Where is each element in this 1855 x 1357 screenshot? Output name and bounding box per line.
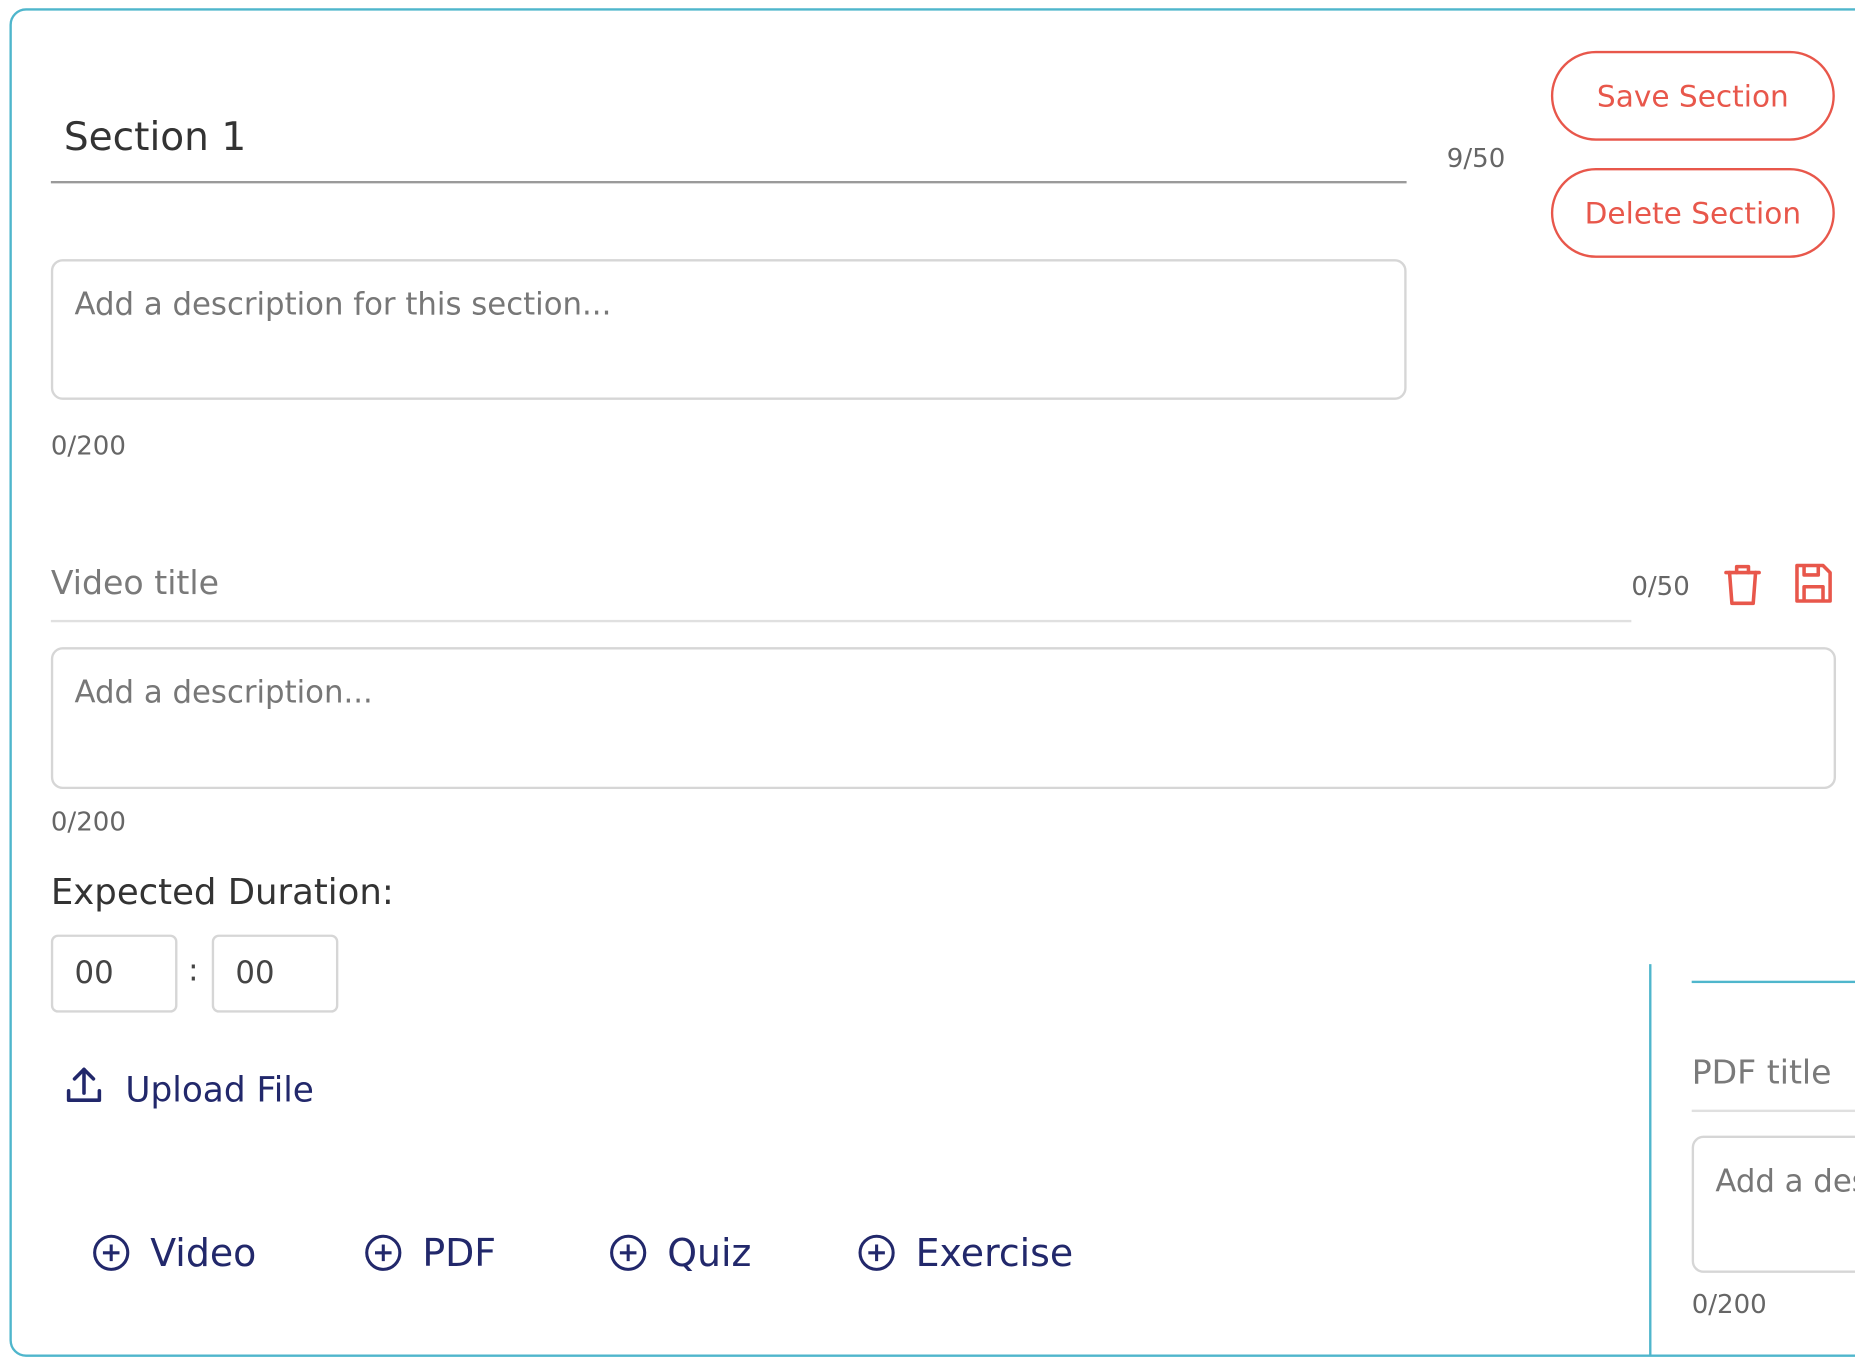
video-description-char-count: 0/200 <box>50 807 126 838</box>
add-pdf-button[interactable]: PDF <box>363 1230 496 1275</box>
video-title-underline <box>50 619 1632 623</box>
upload-file-label: Upload File <box>125 1068 314 1110</box>
add-video-button[interactable]: Video <box>91 1230 256 1275</box>
add-exercise-button[interactable]: Exercise <box>856 1230 1073 1275</box>
add-pdf-label: PDF <box>422 1230 497 1276</box>
video-title-char-count: 0/50 <box>1631 572 1690 603</box>
save-icon[interactable] <box>1792 561 1835 606</box>
save-section-button[interactable]: Save Section <box>1550 50 1835 141</box>
section-description-field[interactable]: Add a description for this section... <box>50 259 1407 400</box>
upload-file-button[interactable]: Upload File <box>64 1065 314 1114</box>
add-quiz-label: Quiz <box>667 1230 752 1276</box>
pdf-block-divider <box>1649 964 1652 1355</box>
plus-circle-icon <box>365 1234 402 1271</box>
video-description-field[interactable]: Add a description... <box>50 647 1837 790</box>
duration-separator: : <box>188 953 199 989</box>
pdf-description-field[interactable]: Add a description... <box>1691 1135 1855 1273</box>
section-description-char-count: 0/200 <box>50 431 126 462</box>
trash-icon[interactable] <box>1722 561 1762 608</box>
video-title-input[interactable]: Video title <box>51 563 219 602</box>
plus-circle-icon <box>93 1234 130 1271</box>
add-exercise-label: Exercise <box>915 1230 1074 1276</box>
pdf-title-underline <box>1691 1109 1855 1113</box>
add-quiz-button[interactable]: Quiz <box>608 1230 751 1275</box>
expected-duration-label: Expected Duration: <box>50 871 394 914</box>
delete-section-button[interactable]: Delete Section <box>1550 167 1835 258</box>
pdf-description-char-count: 0/200 <box>1691 1290 1767 1321</box>
plus-circle-icon <box>610 1234 647 1271</box>
duration-hours-input[interactable]: 00 <box>50 934 178 1013</box>
section-title-char-count: 9/50 <box>1446 144 1506 174</box>
upload-icon <box>64 1065 126 1114</box>
section-title-underline <box>50 180 1407 184</box>
add-video-label: Video <box>150 1230 257 1276</box>
duration-minutes-input[interactable]: 00 <box>211 934 339 1013</box>
plus-circle-icon <box>858 1234 895 1271</box>
pdf-title-input[interactable]: PDF title <box>1692 1053 1832 1092</box>
section-title-input[interactable]: Section 1 <box>64 114 246 160</box>
pdf-block-top-border <box>1691 980 1855 984</box>
